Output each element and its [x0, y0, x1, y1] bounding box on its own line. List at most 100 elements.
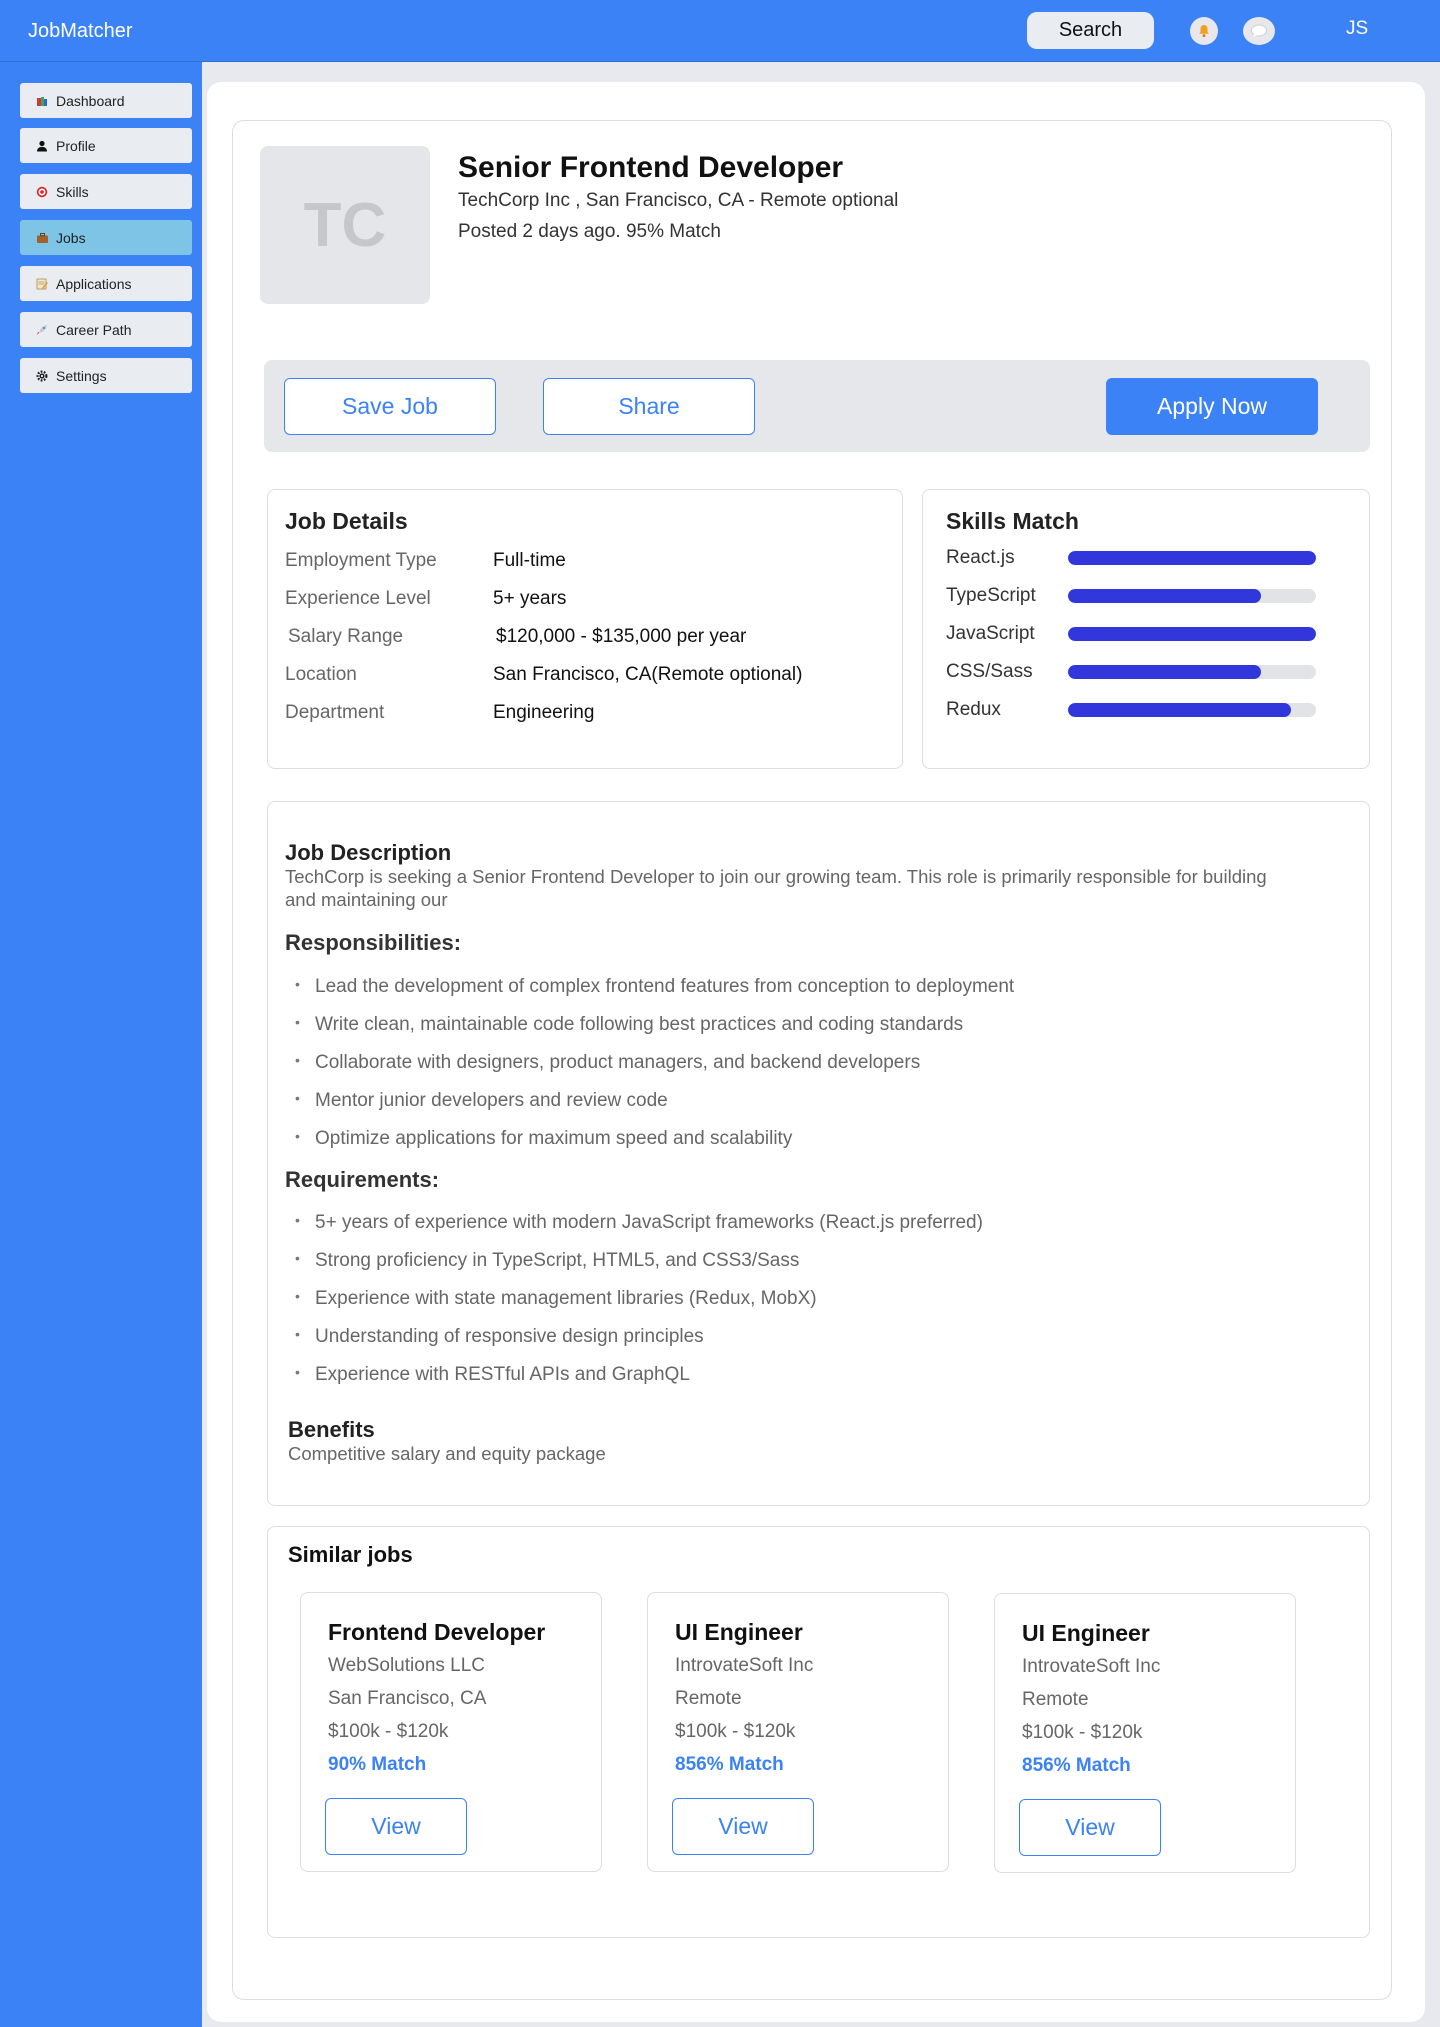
- job-title: Senior Frontend Developer: [458, 151, 844, 184]
- list-item: • Collaborate with designers, product man…: [295, 1052, 921, 1073]
- share-button[interactable]: Share: [543, 378, 755, 435]
- skill-bar-fill: [1068, 589, 1262, 603]
- skill-bar-fill: [1068, 551, 1316, 565]
- view-button[interactable]: View: [325, 1798, 467, 1855]
- target-icon: [34, 186, 50, 198]
- top-bar: JobMatcher Search JS: [0, 0, 1440, 62]
- skill-bar-fill: [1068, 665, 1262, 679]
- job-description-title: Job Description: [285, 840, 452, 865]
- action-bar: Save Job Share Apply Now: [264, 360, 1370, 452]
- detail-value: 5+ years: [493, 588, 567, 609]
- similar-job-title: Frontend Developer: [328, 1619, 546, 1645]
- sidebar-item-applications[interactable]: Applications: [20, 266, 192, 301]
- detail-label: Employment Type: [285, 550, 437, 571]
- benefits-heading: Benefits: [288, 1417, 375, 1442]
- app-title: JobMatcher: [28, 20, 133, 42]
- similar-jobs-panel: Similar jobs Frontend Developer WebSolut…: [267, 1526, 1370, 1938]
- similar-job-card: UI Engineer IntrovateSoft Inc Remote $10…: [994, 1593, 1296, 1873]
- list-item: • Mentor junior developers and review cod…: [295, 1090, 668, 1111]
- skills-match-title: Skills Match: [946, 508, 1079, 534]
- user-icon: [34, 140, 50, 152]
- sidebar-item-label: Applications: [56, 275, 132, 292]
- skill-bar: [1068, 627, 1316, 641]
- list-item: • Optimize applications for maximum speed…: [295, 1128, 793, 1149]
- detail-label: Salary Range: [288, 626, 404, 647]
- sidebar-item-settings[interactable]: Settings: [20, 358, 192, 393]
- list-item: • Experience with state management librar…: [295, 1288, 817, 1309]
- job-description-panel: Job Description TechCorp is seeking a Se…: [267, 801, 1370, 1506]
- detail-value: San Francisco, CA(Remote optional): [493, 664, 803, 685]
- sidebar-item-jobs[interactable]: Jobs: [20, 220, 192, 255]
- job-details-title: Job Details: [285, 508, 408, 534]
- similar-job-match: 90% Match: [328, 1754, 427, 1775]
- detail-value: $120,000 - $135,000 per year: [496, 626, 747, 647]
- benefits-text: Competitive salary and equity package: [288, 1443, 606, 1464]
- gear-icon: [34, 369, 50, 382]
- list-item: • Experience with RESTful APIs and GraphQ…: [295, 1364, 690, 1385]
- list-item: • Write clean, maintainable code followin…: [295, 1014, 964, 1035]
- similar-job-match: 856% Match: [675, 1754, 784, 1775]
- list-item: • 5+ years of experience with modern Java…: [295, 1212, 983, 1233]
- similar-job-location: Remote: [675, 1688, 742, 1709]
- similar-job-location: Remote: [1022, 1689, 1089, 1710]
- apply-now-button[interactable]: Apply Now: [1106, 378, 1318, 435]
- sidebar-item-label: Career Path: [56, 321, 132, 338]
- job-detail-card: TC Senior Frontend Developer TechCorp In…: [232, 120, 1392, 2000]
- memo-icon: [34, 278, 50, 290]
- responsibilities-heading: Responsibilities:: [285, 930, 462, 955]
- similar-job-card: UI Engineer IntrovateSoft Inc Remote $10…: [647, 1592, 949, 1872]
- dashboard-icon: [34, 95, 50, 107]
- list-item: • Understanding of responsive design prin…: [295, 1326, 704, 1347]
- similar-job-match: 856% Match: [1022, 1755, 1131, 1776]
- requirements-heading: Requirements:: [285, 1167, 440, 1192]
- sidebar-item-skills[interactable]: Skills: [20, 174, 192, 209]
- main-area: TC Senior Frontend Developer TechCorp In…: [202, 62, 1440, 2027]
- skill-bar: [1068, 665, 1316, 679]
- skills-match-panel: Skills Match React.js TypeScript JavaScr…: [922, 489, 1370, 769]
- sidebar-item-label: Jobs: [56, 229, 86, 246]
- chat-icon[interactable]: [1243, 17, 1275, 45]
- sidebar-item-career-path[interactable]: Career Path: [20, 312, 192, 347]
- similar-job-salary: $100k - $120k: [1022, 1722, 1143, 1743]
- skill-bar: [1068, 589, 1316, 603]
- sidebar-item-label: Skills: [56, 183, 89, 200]
- sidebar-item-label: Settings: [56, 367, 107, 384]
- bell-icon[interactable]: [1190, 17, 1218, 45]
- sidebar-item-label: Dashboard: [56, 92, 125, 109]
- skill-label: TypeScript: [946, 585, 1036, 606]
- skill-label: React.js: [946, 547, 1015, 568]
- skill-bar: [1068, 703, 1316, 717]
- list-item: • Strong proficiency in TypeScript, HTML5…: [295, 1250, 800, 1271]
- sidebar-item-label: Profile: [56, 137, 96, 154]
- detail-label: Experience Level: [285, 588, 431, 609]
- search-button[interactable]: Search: [1027, 12, 1154, 49]
- list-item: • Lead the development of complex fronten…: [295, 976, 1015, 997]
- user-avatar[interactable]: JS: [1346, 18, 1368, 40]
- briefcase-icon: [34, 232, 50, 244]
- similar-job-company: IntrovateSoft Inc: [675, 1655, 814, 1676]
- similar-job-salary: $100k - $120k: [675, 1721, 796, 1742]
- sidebar: Dashboard Profile Skills Jobs Applicatio…: [0, 62, 202, 2027]
- skill-label: Redux: [946, 699, 1001, 720]
- skill-label: JavaScript: [946, 623, 1035, 644]
- sidebar-item-dashboard[interactable]: Dashboard: [20, 83, 192, 118]
- sidebar-item-profile[interactable]: Profile: [20, 128, 192, 163]
- similar-job-title: UI Engineer: [675, 1619, 803, 1645]
- save-job-button[interactable]: Save Job: [284, 378, 496, 435]
- skill-bar: [1068, 551, 1316, 565]
- skill-bar-fill: [1068, 703, 1292, 717]
- detail-value: Engineering: [493, 702, 595, 723]
- view-button[interactable]: View: [1019, 1799, 1161, 1856]
- similar-job-salary: $100k - $120k: [328, 1721, 449, 1742]
- view-button[interactable]: View: [672, 1798, 814, 1855]
- similar-job-company: IntrovateSoft Inc: [1022, 1656, 1161, 1677]
- similar-job-title: UI Engineer: [1022, 1620, 1150, 1646]
- rocket-icon: [34, 324, 50, 336]
- skill-bar-fill: [1068, 627, 1316, 641]
- detail-value: Full-time: [493, 550, 566, 571]
- job-description-text: TechCorp is seeking a Senior Frontend De…: [285, 866, 1267, 910]
- job-posted-match: Posted 2 days ago. 95% Match: [458, 221, 721, 242]
- similar-job-card: Frontend Developer WebSolutions LLC San …: [300, 1592, 602, 1872]
- company-logo: TC: [260, 146, 430, 304]
- job-company-location: TechCorp Inc , San Francisco, CA - Remot…: [458, 190, 899, 211]
